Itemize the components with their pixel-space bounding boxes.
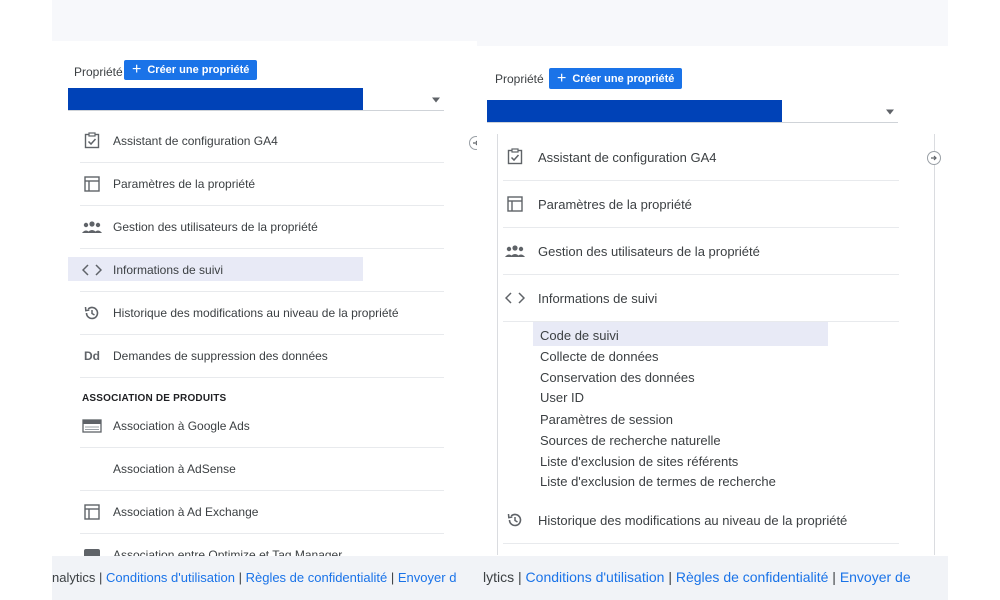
subitem-data-retention[interactable]: Conservation des données	[540, 370, 695, 385]
admin-panel-left: Propriété + Créer une propriété Assistan…	[52, 41, 477, 562]
menu-item-data-deletion[interactable]: Dd Demandes de suppression des données	[80, 335, 444, 378]
top-bar	[52, 0, 948, 46]
menu-item-tracking-info[interactable]: Informations de suivi	[80, 249, 444, 292]
send-feedback-link[interactable]: Envoyer d	[398, 570, 457, 585]
menu-item-adsense-link[interactable]: Association à AdSense	[80, 448, 444, 491]
property-selector[interactable]	[487, 100, 898, 123]
clipboard-check-icon	[80, 129, 104, 153]
subitem-user-id[interactable]: User ID	[540, 390, 584, 405]
dd-icon: Dd	[84, 349, 100, 363]
menu-item-label: Gestion des utilisateurs de la propriété	[113, 220, 318, 234]
layout-icon	[80, 172, 104, 196]
menu-item-setup-assistant[interactable]: Assistant de configuration GA4	[80, 120, 444, 163]
menu-item-ad-exchange-link[interactable]: Association à Ad Exchange	[80, 491, 444, 534]
subitem-referral-exclusion[interactable]: Liste d'exclusion de sites référents	[540, 454, 738, 469]
code-icon	[80, 258, 104, 282]
footer-text: lytics	[483, 569, 515, 585]
menu-item-tracking-info[interactable]: Informations de suivi	[503, 275, 899, 322]
menu-item-property-settings[interactable]: Paramètres de la propriété	[503, 181, 899, 228]
subitem-session-settings[interactable]: Paramètres de session	[540, 412, 673, 427]
subitem-data-collection[interactable]: Collecte de données	[540, 349, 659, 364]
clipboard-check-icon	[503, 145, 527, 169]
footer: nalytics | Conditions d'utilisation | Rè…	[52, 556, 948, 600]
create-property-button[interactable]: + Créer une propriété	[549, 68, 683, 89]
menu-item-label: Paramètres de la propriété	[113, 177, 256, 191]
ads-icon	[80, 414, 104, 438]
dropdown-arrow-icon	[886, 109, 894, 115]
menu-item-setup-assistant[interactable]: Assistant de configuration GA4	[503, 134, 899, 181]
selected-property-redacted	[68, 88, 363, 110]
privacy-link[interactable]: Règles de confidentialité	[676, 569, 829, 585]
menu-item-google-ads-link[interactable]: Association à Google Ads	[80, 405, 444, 448]
create-property-label: Créer une propriété	[572, 72, 675, 85]
terms-link[interactable]: Conditions d'utilisation	[106, 570, 235, 585]
plus-icon: +	[132, 61, 142, 78]
property-selector[interactable]	[68, 88, 444, 111]
menu-item-label: Association à Google Ads	[113, 419, 250, 433]
menu-item-label: Historique des modifications au niveau d…	[113, 306, 399, 320]
menu-item-label: Demandes de suppression des données	[113, 349, 328, 363]
menu-item-label: Informations de suivi	[113, 263, 224, 277]
menu-item-user-management[interactable]: Gestion des utilisateurs de la propriété	[80, 206, 444, 249]
selected-property-redacted	[487, 100, 782, 122]
subitem-tracking-code[interactable]: Code de suivi	[540, 328, 619, 343]
menu-item-property-settings[interactable]: Paramètres de la propriété	[80, 163, 444, 206]
menu-item-label: Paramètres de la propriété	[538, 196, 692, 212]
history-icon	[503, 508, 527, 532]
menu-item-label: Historique des modifications au niveau d…	[538, 512, 848, 528]
footer-left: nalytics | Conditions d'utilisation | Rè…	[52, 570, 457, 585]
people-icon	[80, 215, 104, 239]
menu-item-label: Association à AdSense	[113, 462, 236, 476]
menu-item-user-management[interactable]: Gestion des utilisateurs de la propriété	[503, 228, 899, 275]
menu-item-change-history[interactable]: Historique des modifications au niveau d…	[80, 292, 444, 335]
layout-icon	[80, 500, 104, 524]
menu-item-label: Assistant de configuration GA4	[538, 149, 717, 165]
property-label: Propriété	[495, 72, 544, 86]
property-label: Propriété	[74, 65, 123, 79]
footer-text: nalytics	[52, 570, 96, 585]
code-icon	[503, 286, 527, 310]
menu-item-label: Gestion des utilisateurs de la propriété	[538, 243, 760, 259]
people-icon	[503, 239, 527, 263]
layout-icon	[503, 192, 527, 216]
admin-panel-right: Propriété + Créer une propriété Assistan…	[477, 46, 948, 555]
subitem-search-term-exclusion[interactable]: Liste d'exclusion de termes de recherche	[540, 474, 776, 489]
arrow-right-icon	[931, 155, 937, 161]
menu-item-change-history[interactable]: Historique des modifications au niveau d…	[503, 497, 899, 544]
privacy-link[interactable]: Règles de confidentialité	[246, 570, 388, 585]
create-property-button[interactable]: + Créer une propriété	[124, 60, 258, 80]
footer-right: lytics | Conditions d'utilisation | Règl…	[483, 569, 911, 585]
menu-item-label: Association à Ad Exchange	[113, 505, 259, 519]
collapse-panel-button[interactable]	[927, 151, 941, 165]
create-property-label: Créer une propriété	[147, 64, 250, 76]
history-icon	[80, 301, 104, 325]
plus-icon: +	[557, 69, 567, 87]
subitem-organic-search-sources[interactable]: Sources de recherche naturelle	[540, 433, 721, 448]
menu-item-label: Assistant de configuration GA4	[113, 134, 278, 148]
send-feedback-link[interactable]: Envoyer de	[840, 569, 911, 585]
section-title-product-linking: ASSOCIATION DE PRODUITS	[82, 393, 227, 404]
menu-item-label: Informations de suivi	[538, 290, 658, 306]
terms-link[interactable]: Conditions d'utilisation	[526, 569, 665, 585]
dropdown-arrow-icon	[432, 97, 440, 103]
